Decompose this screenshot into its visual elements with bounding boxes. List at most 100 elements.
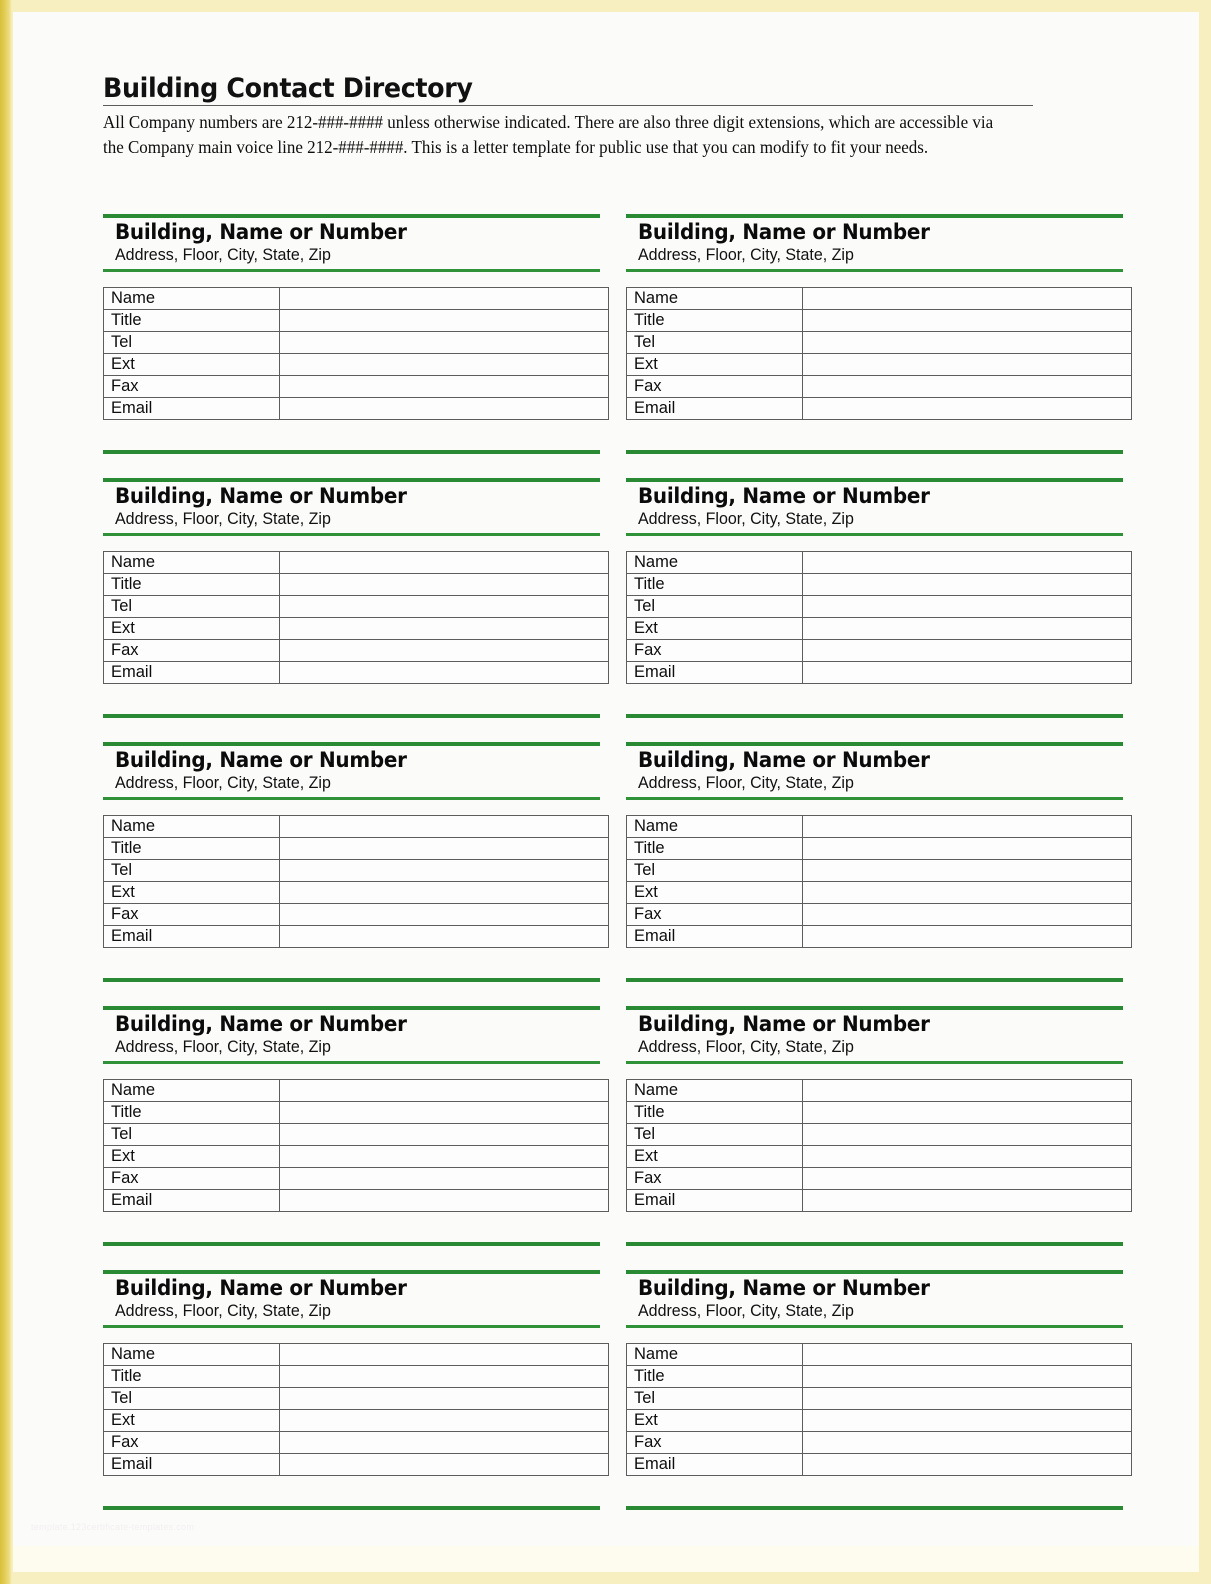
field-value-tel[interactable]: [279, 1386, 609, 1410]
field-value-email[interactable]: [802, 396, 1132, 420]
contact-table: Name Title Tel Ext Fax Email: [103, 1078, 609, 1212]
field-value-tel[interactable]: [279, 858, 609, 882]
field-value-ext[interactable]: [802, 1144, 1132, 1168]
field-value-email[interactable]: [279, 924, 609, 948]
field-value-tel[interactable]: [802, 858, 1132, 882]
field-value-fax[interactable]: [279, 1430, 609, 1454]
field-value-tel[interactable]: [279, 1122, 609, 1146]
field-value-title[interactable]: [279, 572, 609, 596]
field-label-title: Title: [626, 308, 803, 332]
card-title: Building, Name or Number: [638, 484, 930, 508]
card-bottom-rule: [626, 978, 1123, 982]
field-value-fax[interactable]: [802, 902, 1132, 926]
field-value-email[interactable]: [279, 1188, 609, 1212]
field-value-email[interactable]: [802, 1452, 1132, 1476]
table-row: Title: [103, 836, 609, 860]
field-value-name[interactable]: [279, 1342, 609, 1366]
field-value-name[interactable]: [802, 1078, 1132, 1102]
field-value-fax[interactable]: [802, 1430, 1132, 1454]
field-value-title[interactable]: [279, 308, 609, 332]
card-heading: Building, Name or Number Address, Floor, …: [626, 1274, 1123, 1322]
field-label-title: Title: [626, 1100, 803, 1124]
field-value-title[interactable]: [279, 1100, 609, 1124]
field-value-title[interactable]: [802, 572, 1132, 596]
field-value-ext[interactable]: [279, 352, 609, 376]
field-value-fax[interactable]: [279, 374, 609, 398]
field-value-fax[interactable]: [279, 902, 609, 926]
table-row: Name: [626, 814, 1132, 838]
field-value-name[interactable]: [802, 1342, 1132, 1366]
field-value-email[interactable]: [279, 1452, 609, 1476]
contact-card: Building, Name or Number Address, Floor, …: [626, 994, 1132, 1258]
field-value-ext[interactable]: [802, 616, 1132, 640]
contact-table: Name Title Tel Ext Fax Email: [626, 286, 1132, 420]
card-subtitle: Address, Floor, City, State, Zip: [115, 773, 331, 792]
field-value-title[interactable]: [279, 836, 609, 860]
field-value-ext[interactable]: [279, 1144, 609, 1168]
field-value-fax[interactable]: [279, 1166, 609, 1190]
card-heading-underline: [103, 268, 600, 272]
field-label-email: Email: [626, 1188, 803, 1212]
field-value-name[interactable]: [802, 550, 1132, 574]
field-label-tel: Tel: [626, 1386, 803, 1410]
field-value-name[interactable]: [279, 286, 609, 310]
field-value-ext[interactable]: [279, 880, 609, 904]
field-label-title: Title: [103, 1100, 280, 1124]
field-value-ext[interactable]: [802, 880, 1132, 904]
field-value-name[interactable]: [279, 814, 609, 838]
field-value-fax[interactable]: [802, 374, 1132, 398]
field-value-ext[interactable]: [279, 1408, 609, 1432]
field-value-name[interactable]: [802, 286, 1132, 310]
table-row: Title: [626, 1100, 1132, 1124]
field-value-tel[interactable]: [802, 330, 1132, 354]
field-value-ext[interactable]: [802, 352, 1132, 376]
field-label-title: Title: [626, 572, 803, 596]
field-label-tel: Tel: [103, 594, 280, 618]
table-row: Title: [103, 308, 609, 332]
table-row: Tel: [626, 1122, 1132, 1146]
field-value-tel[interactable]: [279, 594, 609, 618]
field-label-ext: Ext: [626, 1144, 803, 1168]
field-label-name: Name: [626, 814, 803, 838]
field-value-tel[interactable]: [802, 1122, 1132, 1146]
field-value-tel[interactable]: [802, 1386, 1132, 1410]
field-value-tel[interactable]: [279, 330, 609, 354]
field-label-email: Email: [103, 924, 280, 948]
contact-table: Name Title Tel Ext Fax Email: [103, 814, 609, 948]
field-value-email[interactable]: [802, 1188, 1132, 1212]
table-row: Name: [103, 1078, 609, 1102]
card-bottom-rule: [103, 1242, 600, 1246]
contact-table: Name Title Tel Ext Fax Email: [103, 550, 609, 684]
field-value-ext[interactable]: [279, 616, 609, 640]
field-value-email[interactable]: [802, 660, 1132, 684]
table-row: Title: [626, 836, 1132, 860]
field-value-email[interactable]: [279, 660, 609, 684]
field-label-ext: Ext: [103, 616, 280, 640]
field-value-title[interactable]: [802, 308, 1132, 332]
field-label-name: Name: [103, 1342, 280, 1366]
field-value-fax[interactable]: [279, 638, 609, 662]
table-row: Name: [626, 286, 1132, 310]
field-value-ext[interactable]: [802, 1408, 1132, 1432]
field-label-ext: Ext: [626, 880, 803, 904]
field-value-title[interactable]: [279, 1364, 609, 1388]
contact-card: Building, Name or Number Address, Floor, …: [626, 202, 1132, 466]
field-value-name[interactable]: [279, 1078, 609, 1102]
field-value-title[interactable]: [802, 1100, 1132, 1124]
field-value-fax[interactable]: [802, 1166, 1132, 1190]
field-value-tel[interactable]: [802, 594, 1132, 618]
card-bottom-rule: [103, 978, 600, 982]
field-value-name[interactable]: [802, 814, 1132, 838]
field-value-fax[interactable]: [802, 638, 1132, 662]
field-value-email[interactable]: [802, 924, 1132, 948]
field-label-title: Title: [103, 836, 280, 860]
table-row: Title: [626, 1364, 1132, 1388]
contact-card: Building, Name or Number Address, Floor, …: [103, 202, 609, 466]
field-value-name[interactable]: [279, 550, 609, 574]
table-row: Title: [626, 308, 1132, 332]
table-row: Ext: [103, 1408, 609, 1432]
page-border-frame: Building Contact Directory All Company n…: [0, 0, 1211, 1584]
field-value-email[interactable]: [279, 396, 609, 420]
field-value-title[interactable]: [802, 1364, 1132, 1388]
field-value-title[interactable]: [802, 836, 1132, 860]
